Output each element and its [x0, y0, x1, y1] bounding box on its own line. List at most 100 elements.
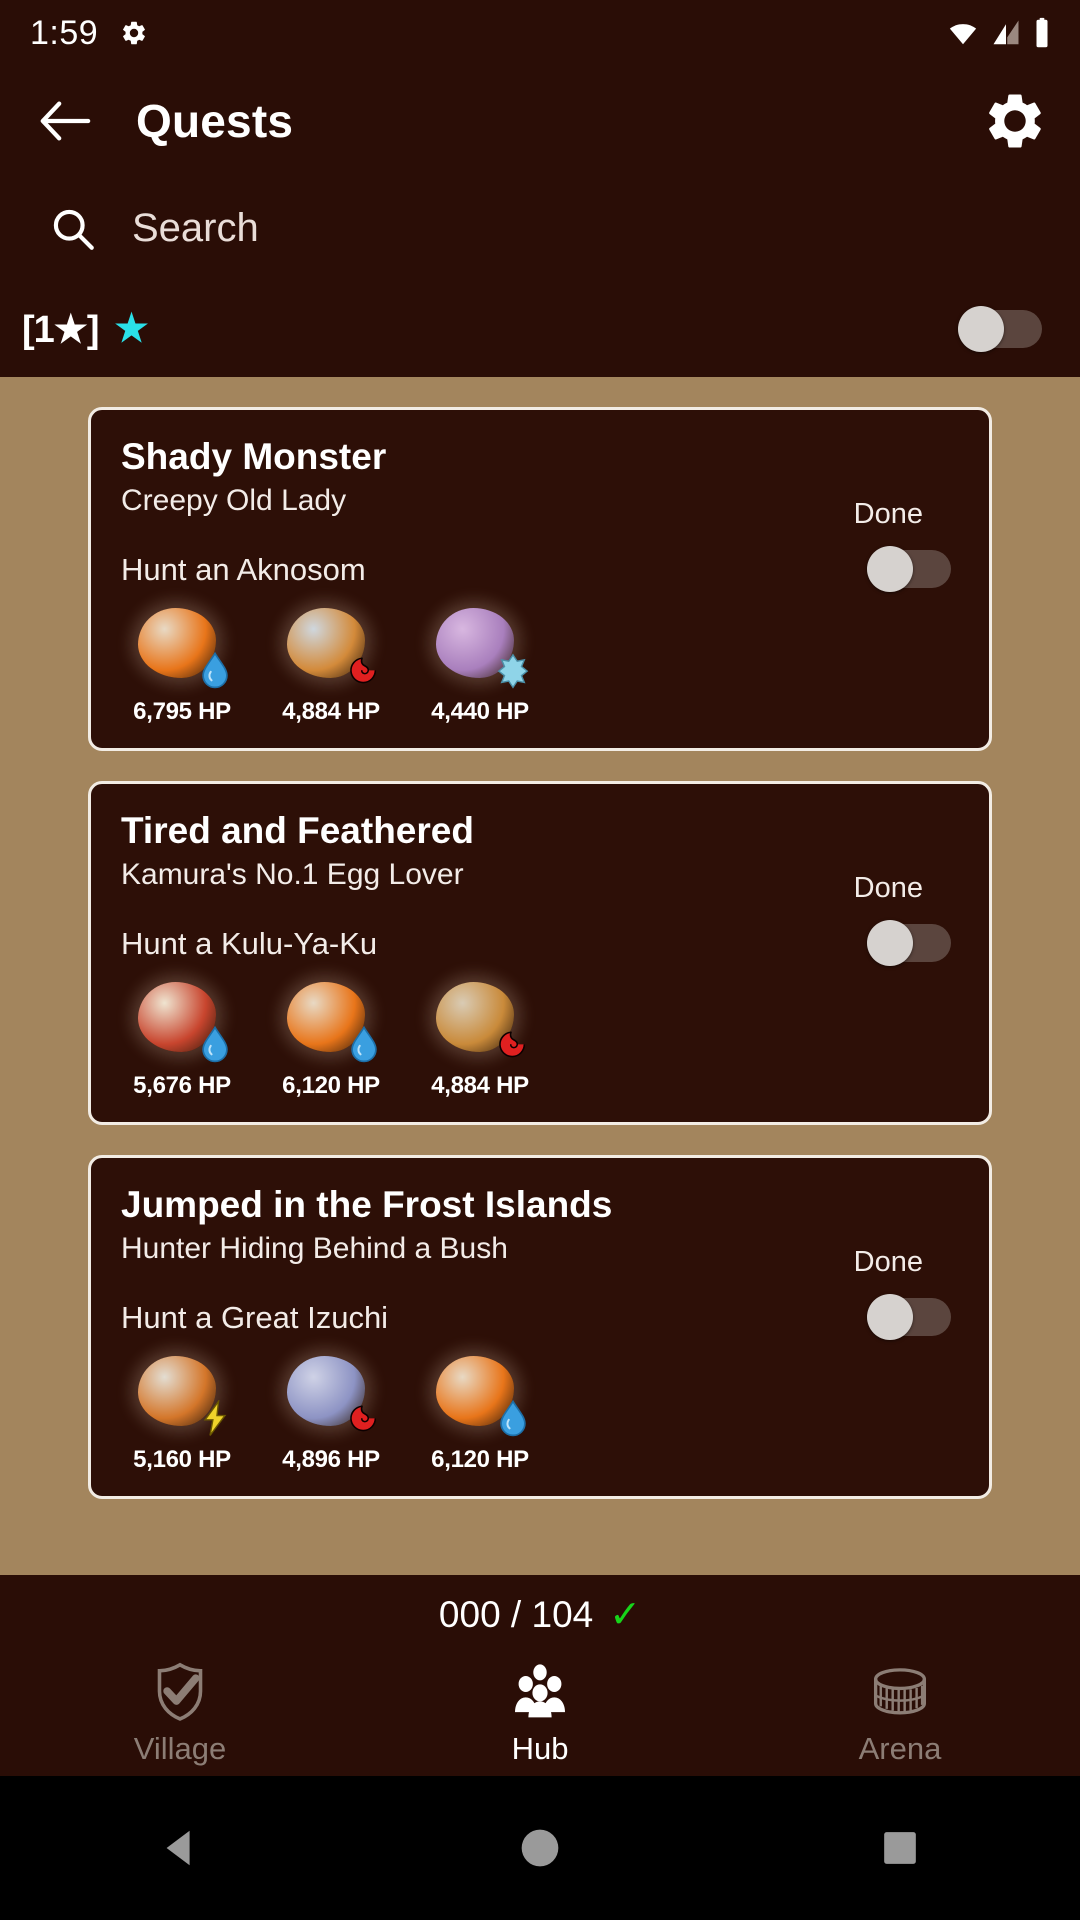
quest-done-toggle[interactable]	[867, 1294, 951, 1340]
monster-icon	[130, 976, 234, 1063]
monster-hp: 5,160 HP	[133, 1446, 231, 1473]
android-recents-button[interactable]	[720, 1828, 1080, 1868]
monster-icon	[130, 602, 234, 689]
monster-row: 6,795 HP 4,884 HP 4,440 HP	[121, 602, 959, 726]
quest-objective: Hunt an Aknosom	[121, 552, 366, 587]
arrow-back-icon	[40, 101, 91, 141]
element-badge	[198, 1025, 232, 1063]
toggle-thumb	[867, 1294, 913, 1340]
status-left-icons	[120, 19, 148, 47]
quest-title: Tired and Feathered	[121, 810, 474, 851]
toggle-thumb	[867, 920, 913, 966]
nav-item-arena[interactable]: Arena	[720, 1654, 1080, 1776]
android-navigation-bar	[0, 1776, 1080, 1920]
nav-label-village: Village	[133, 1731, 227, 1766]
search-icon	[46, 202, 100, 256]
element-badge	[496, 1399, 530, 1437]
quest-done-label: Done	[853, 1246, 923, 1278]
quest-done-toggle[interactable]	[867, 920, 951, 966]
back-button[interactable]	[34, 90, 96, 152]
fire-element-icon	[350, 1405, 377, 1432]
quest-done-label: Done	[853, 498, 923, 530]
monster-row: 5,676 HP 6,120 HP 4,884 HP	[121, 976, 959, 1100]
monster-entry[interactable]: 6,795 HP	[121, 602, 243, 726]
quest-card[interactable]: Tired and Feathered Kamura's No.1 Egg Lov…	[88, 781, 992, 1125]
quest-card[interactable]: Jumped in the Frost Islands Hunter Hiding…	[88, 1155, 992, 1499]
quest-client: Hunter Hiding Behind a Bush	[121, 1232, 508, 1265]
monster-entry[interactable]: 5,160 HP	[121, 1350, 243, 1474]
shield-check-glyph	[157, 1662, 203, 1721]
monster-entry[interactable]: 5,676 HP	[121, 976, 243, 1100]
wifi-icon	[949, 24, 977, 45]
circle-home-icon	[521, 1829, 559, 1867]
monster-entry[interactable]: 4,896 HP	[270, 1350, 392, 1474]
battery-icon	[1036, 17, 1048, 47]
monster-icon	[130, 1350, 234, 1436]
check-icon: ✓	[609, 1594, 642, 1636]
monster-entry[interactable]: 6,120 HP	[419, 1350, 541, 1474]
nav-label-arena: Arena	[858, 1731, 942, 1766]
gear-icon	[989, 94, 1041, 148]
monster-hp: 4,884 HP	[431, 1072, 529, 1099]
colosseum-glyph	[873, 1668, 927, 1715]
monster-icon	[279, 1350, 383, 1434]
monster-hp: 4,896 HP	[282, 1446, 380, 1473]
quest-done-label: Done	[853, 872, 923, 904]
nav-item-hub[interactable]: Hub	[360, 1654, 720, 1776]
shield-check-icon	[148, 1662, 212, 1721]
water-element-icon	[202, 1025, 228, 1063]
rank-filter-row: [1★] ★	[0, 281, 1080, 377]
monster-icon	[428, 602, 532, 689]
quest-title: Shady Monster	[121, 436, 387, 477]
search-bar[interactable]	[0, 176, 1080, 281]
rank-filter-label: [1★] ★	[22, 307, 149, 352]
square-recents-icon	[884, 1832, 916, 1864]
android-back-button[interactable]	[0, 1825, 360, 1871]
quest-done-toggle[interactable]	[867, 546, 951, 592]
monster-hp: 6,120 HP	[282, 1072, 380, 1099]
star-icon: ★	[114, 308, 149, 350]
settings-button[interactable]	[980, 86, 1050, 156]
thunder-element-icon	[203, 1398, 227, 1436]
quest-title: Jumped in the Frost Islands	[121, 1184, 613, 1225]
monster-icon	[428, 976, 532, 1060]
status-right-icons	[946, 0, 1052, 66]
page-title: Quests	[136, 95, 294, 147]
element-badge	[198, 1398, 232, 1436]
search-input[interactable]	[132, 206, 832, 251]
status-time: 1:59	[30, 13, 99, 52]
monster-icon	[428, 1350, 532, 1437]
monster-entry[interactable]: 4,884 HP	[419, 976, 541, 1100]
quest-client: Kamura's No.1 Egg Lover	[121, 858, 464, 891]
people-group-icon	[508, 1663, 572, 1721]
triangle-back-icon	[166, 1830, 190, 1866]
monster-icon	[279, 976, 383, 1063]
app-bar: Quests	[0, 66, 1080, 176]
water-element-icon	[500, 1399, 526, 1437]
nav-label-hub: Hub	[511, 1731, 569, 1766]
bottom-navigation: Village Hub Arena	[0, 1654, 1080, 1776]
fire-element-icon	[499, 1031, 526, 1058]
monster-entry[interactable]: 4,440 HP	[419, 602, 541, 726]
element-badge	[496, 652, 530, 689]
rank-filter-text: [1★]	[22, 308, 100, 351]
colosseum-icon	[868, 1663, 932, 1721]
android-home-button[interactable]	[360, 1826, 720, 1870]
monster-entry[interactable]: 4,884 HP	[270, 602, 392, 726]
settings-gear-icon	[123, 21, 146, 45]
quest-card[interactable]: Shady Monster Creepy Old Lady Hunt an Akno…	[88, 407, 992, 751]
element-badge	[347, 1400, 381, 1436]
rank-filter-toggle[interactable]	[958, 306, 1042, 352]
quest-list[interactable]: Shady Monster Creepy Old Lady Hunt an Akno…	[0, 377, 1080, 1575]
water-element-icon	[351, 1025, 377, 1063]
water-element-icon	[202, 651, 228, 689]
quest-client: Creepy Old Lady	[121, 484, 347, 517]
nav-item-village[interactable]: Village	[0, 1654, 360, 1776]
element-badge	[347, 652, 381, 688]
monster-entry[interactable]: 6,120 HP	[270, 976, 392, 1100]
cellular-signal-icon	[993, 20, 1019, 45]
people-group-glyph	[515, 1664, 565, 1718]
progress-counter-text: 000 / 104	[438, 1594, 594, 1635]
bottom-bar: 000 / 104 ✓ Village Hub Arena	[0, 1576, 1080, 1776]
element-badge	[198, 651, 232, 689]
